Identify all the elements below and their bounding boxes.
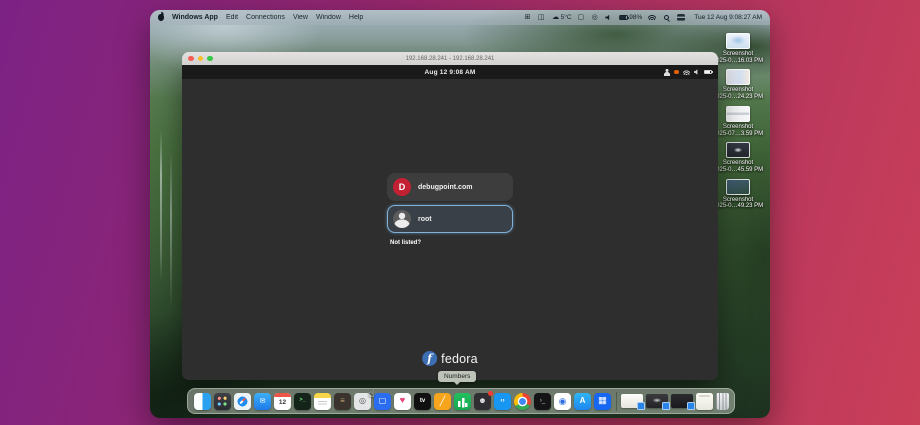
mail-icon[interactable]: ✉: [254, 392, 271, 410]
trash-icon[interactable]: [716, 392, 729, 410]
file-label: Screenshot 2025-0…45.59 PM: [712, 160, 764, 174]
menu-window[interactable]: Window: [316, 14, 341, 21]
dock: ✉ 12 >_ ≡ ◎ ▢ ♥ tv ╱ ☻ ‹› ›_ ◉ A ▦: [187, 388, 735, 414]
remote-desktop-window: 192.168.28.241 - 192.168.28.241 Aug 12 9…: [182, 52, 718, 380]
user-name: debugpoint.com: [418, 183, 473, 191]
weather-status[interactable]: ☁ 5°C: [552, 14, 571, 21]
app-store-icon[interactable]: A: [574, 392, 591, 410]
tiles-icon[interactable]: ⊞: [525, 14, 532, 21]
fedora-logo-icon: f: [422, 351, 438, 366]
minimized-window-3[interactable]: [671, 394, 695, 410]
menu-connections[interactable]: Connections: [246, 14, 285, 21]
window-title: 192.168.28.241 - 192.168.28.241: [405, 55, 495, 62]
zoom-button[interactable]: [207, 55, 213, 62]
mouse-cursor: ☝: [368, 388, 375, 400]
safari-icon[interactable]: [234, 392, 251, 410]
textedit-icon[interactable]: ≡: [334, 392, 351, 410]
spotlight-search-icon[interactable]: [663, 14, 671, 21]
minimized-window-2[interactable]: [646, 394, 670, 410]
blue-swirl-app-icon[interactable]: ◉: [554, 392, 571, 410]
fedora-brand: f fedora: [422, 351, 478, 366]
accessibility-icon[interactable]: [664, 68, 670, 76]
window-controls: [188, 55, 213, 62]
active-app-menu[interactable]: Windows App: [172, 14, 218, 21]
gnome-status-icons: [664, 65, 713, 79]
minimized-window-1[interactable]: [621, 394, 645, 410]
windows-app-icon[interactable]: ▦: [594, 392, 611, 410]
wifi-icon[interactable]: [648, 14, 658, 21]
file-thumbnail: [726, 69, 750, 86]
volume-icon[interactable]: [693, 69, 698, 75]
dock-separator: [615, 391, 617, 411]
file-thumbnail: [726, 178, 750, 195]
finder-icon[interactable]: [194, 392, 211, 410]
terminal-icon[interactable]: >_: [294, 392, 311, 410]
menu-bar: Windows App Edit Connections View Window…: [150, 10, 770, 25]
menu-edit[interactable]: Edit: [226, 14, 238, 21]
file-label: Screenshot 2025-0…16.03 PM: [712, 51, 764, 64]
user-list: D debugpoint.com root Not listed?: [387, 173, 513, 246]
menu-help[interactable]: Help: [349, 14, 363, 21]
apple-menu-icon[interactable]: [158, 14, 164, 21]
launchpad-icon[interactable]: [214, 392, 231, 410]
macos-desktop: Windows App Edit Connections View Window…: [150, 10, 770, 418]
face-app-icon[interactable]: ☻: [474, 390, 493, 410]
menu-bar-clock[interactable]: Tue 12 Aug 9:08:27 AM: [694, 14, 762, 21]
file-label: Screenshot 2025-07…3.59 PM: [712, 123, 764, 137]
file-thumbnail: [726, 142, 750, 159]
calendar-icon[interactable]: 12: [274, 392, 291, 410]
blue-square-app-icon[interactable]: ▢: [374, 392, 391, 410]
gnome-top-bar: Aug 12 9:08 AM: [182, 65, 718, 79]
photos-icon[interactable]: ♥: [394, 392, 411, 410]
volume-icon[interactable]: [605, 14, 613, 21]
stage-manager-icon[interactable]: ◫: [538, 14, 546, 21]
file-thumbnail: [726, 105, 750, 122]
pen-app-icon[interactable]: ╱: [434, 392, 451, 410]
file-label: Screenshot 2025-0…24.23 PM: [712, 87, 764, 101]
display-icon[interactable]: ▢: [578, 14, 586, 21]
minimize-button[interactable]: [197, 55, 203, 62]
notification-dot[interactable]: [674, 69, 679, 75]
user-card-root[interactable]: root: [387, 205, 513, 233]
fedora-wordmark: fedora: [441, 351, 478, 366]
user-card-debugpoint[interactable]: D debugpoint.com: [387, 173, 513, 201]
notes-icon[interactable]: [314, 392, 331, 410]
apple-tv-icon[interactable]: tv: [414, 392, 431, 410]
numbers-icon[interactable]: [454, 392, 471, 410]
menu-view[interactable]: View: [293, 14, 308, 21]
user-avatar-initial: D: [393, 178, 411, 196]
user-name: root: [418, 215, 432, 223]
dock-tooltip: Numbers: [438, 371, 477, 382]
screen-record-icon[interactable]: ◎: [592, 14, 600, 21]
file-thumbnail: [726, 33, 750, 49]
close-button[interactable]: [188, 55, 194, 62]
downloads-folder-icon[interactable]: [696, 392, 713, 410]
wifi-icon[interactable]: [682, 69, 690, 75]
fedora-login-screen: Aug 12 9:08 AM D debugpoint.com root Not…: [182, 65, 718, 380]
vscode-icon[interactable]: ‹›: [494, 392, 511, 410]
user-avatar-person-icon: [393, 210, 411, 228]
battery-icon[interactable]: [703, 69, 713, 75]
window-titlebar: 192.168.28.241 - 192.168.28.241: [182, 52, 718, 65]
dark-terminal-icon[interactable]: ›_: [534, 392, 551, 410]
battery-status[interactable]: 98%: [618, 14, 642, 21]
menu-bar-status-area: ⊞ ◫ ☁ 5°C ▢ ◎ 98%: [525, 14, 687, 21]
chrome-icon[interactable]: [514, 392, 531, 410]
gnome-clock[interactable]: Aug 12 9:08 AM: [425, 69, 476, 76]
file-label: Screenshot 2025-0…49.23 PM: [712, 196, 764, 210]
not-listed-link[interactable]: Not listed?: [390, 240, 513, 246]
control-center-icon[interactable]: [676, 14, 687, 21]
